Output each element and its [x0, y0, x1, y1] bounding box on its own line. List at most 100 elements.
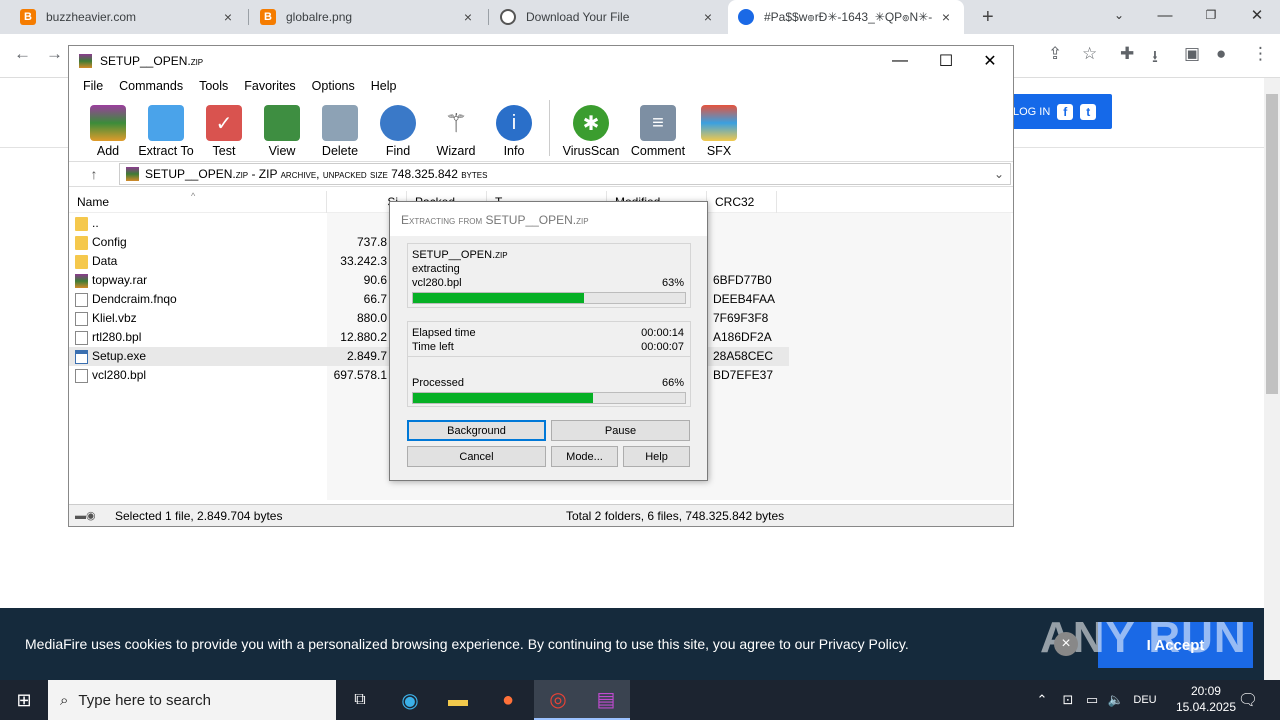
- forward-icon[interactable]: →: [46, 44, 63, 64]
- notification-icon[interactable]: 🗨: [1234, 680, 1262, 720]
- time-left-value: 00:00:07: [641, 341, 684, 353]
- dialog-title-text: Extracting from SETUP__OPEN.zip: [401, 213, 589, 227]
- toolbar-separator: [549, 100, 550, 156]
- action-text: extracting: [412, 263, 460, 275]
- twitter-icon[interactable]: t: [1080, 103, 1097, 120]
- processed-progress-fill: [413, 393, 593, 403]
- extract-progress-dialog: Extracting from SETUP__OPEN.zip SETUP__O…: [389, 201, 708, 481]
- file-crc: 28A58CEC: [713, 349, 774, 363]
- row-name: Data: [75, 252, 117, 271]
- new-tab-button[interactable]: +: [972, 0, 1002, 34]
- close-tab-icon[interactable]: ×: [700, 9, 716, 25]
- sidepanel-icon[interactable]: ▣: [1184, 44, 1200, 64]
- magnifier-icon: [380, 105, 416, 141]
- bookmark-star-icon[interactable]: ☆: [1082, 44, 1097, 64]
- restore-button[interactable]: ❐: [1188, 0, 1234, 30]
- download-icon[interactable]: ⭳: [1152, 44, 1158, 73]
- cancel-button[interactable]: Cancel: [407, 446, 546, 467]
- browser-tab-bar: B buzzheavier.com × B globalre.png × Dow…: [0, 0, 1280, 34]
- menu-help[interactable]: Help: [363, 76, 405, 96]
- dialog-title: Extracting from SETUP__OPEN.zip: [390, 202, 707, 236]
- tab-buzzheavier[interactable]: B buzzheavier.com ×: [10, 0, 246, 34]
- extract-to-button[interactable]: Extract To: [137, 98, 195, 158]
- menu-tools[interactable]: Tools: [191, 76, 236, 96]
- file-explorer-icon[interactable]: ▬: [434, 680, 482, 720]
- row-name: Kliel.vbz: [75, 309, 137, 328]
- view-button[interactable]: View: [253, 98, 311, 158]
- col-crc32[interactable]: CRC32: [707, 191, 777, 213]
- tab-globalre[interactable]: B globalre.png ×: [250, 0, 486, 34]
- winrar-icon[interactable]: ▤: [582, 680, 630, 720]
- maximize-button[interactable]: ☐: [923, 46, 969, 76]
- row-name: topway.rar: [75, 271, 147, 290]
- network-icon[interactable]: ⊡: [1056, 680, 1080, 720]
- add-button[interactable]: Add: [79, 98, 137, 158]
- tab-download-your-file[interactable]: Download Your File ×: [490, 0, 726, 34]
- monitor-icon[interactable]: ▭: [1080, 680, 1104, 720]
- col-name[interactable]: Name ^: [69, 191, 327, 213]
- facebook-icon[interactable]: f: [1057, 103, 1074, 120]
- wizard-button[interactable]: ⚚ Wizard: [427, 98, 485, 159]
- archive-path-field[interactable]: SETUP__OPEN.zip - ZIP archive, unpacked …: [119, 163, 1011, 185]
- close-button[interactable]: ✕: [967, 46, 1013, 76]
- tab-mediafire[interactable]: #Pa$$w๏rÐ✳-1643_✳QP๏N✳- ×: [728, 0, 964, 34]
- background-button[interactable]: Background: [407, 420, 546, 441]
- blogger-icon: B: [260, 9, 276, 25]
- menu-commands[interactable]: Commands: [111, 76, 191, 96]
- mode-button[interactable]: Mode...: [551, 446, 618, 467]
- scrollbar-thumb[interactable]: [1266, 94, 1278, 394]
- delete-button[interactable]: Delete: [311, 98, 369, 158]
- info-button[interactable]: i Info: [485, 98, 543, 158]
- virusscan-button[interactable]: ✱ VirusScan: [556, 98, 626, 158]
- close-tab-icon[interactable]: ×: [938, 9, 954, 25]
- profile-icon[interactable]: ●: [1216, 44, 1226, 64]
- clipboard-check-icon: ✓: [206, 105, 242, 141]
- menu-icon[interactable]: ⋮: [1252, 44, 1269, 64]
- group-divider: [408, 356, 690, 357]
- chrome-icon[interactable]: ◎: [534, 680, 582, 720]
- button-label: Pause: [604, 424, 637, 437]
- minimize-button[interactable]: —: [877, 46, 923, 76]
- chevron-up-icon[interactable]: ⌃: [1030, 680, 1054, 720]
- up-arrow-icon[interactable]: ↑: [69, 166, 119, 182]
- test-button[interactable]: ✓ Test: [195, 98, 253, 158]
- tab-title: #Pa$$w๏rÐ✳-1643_✳QP๏N✳-: [764, 9, 933, 24]
- language-indicator[interactable]: DEU: [1128, 680, 1162, 720]
- row-name: vcl280.bpl: [75, 366, 146, 385]
- edge-icon[interactable]: ◉: [386, 680, 434, 720]
- tool-label: Add: [96, 144, 120, 158]
- help-button[interactable]: Help: [623, 446, 690, 467]
- comment-button[interactable]: ≡ Comment: [626, 98, 690, 158]
- firefox-icon[interactable]: ●: [484, 680, 532, 720]
- find-button[interactable]: Find: [369, 98, 427, 158]
- file-name: ..: [92, 216, 99, 230]
- close-tab-icon[interactable]: ×: [220, 9, 236, 25]
- pause-button[interactable]: Pause: [551, 420, 690, 441]
- file-size: 880.0: [356, 311, 387, 325]
- close-tab-icon[interactable]: ×: [460, 9, 476, 25]
- row-name: Config: [75, 233, 127, 252]
- close-window-button[interactable]: ✕: [1234, 0, 1280, 30]
- windows-start-icon[interactable]: ⊞: [0, 680, 48, 720]
- menu-file[interactable]: File: [75, 76, 111, 96]
- share-icon[interactable]: ⇪: [1048, 44, 1062, 64]
- task-view-icon[interactable]: ⧉: [336, 680, 384, 720]
- file-size: 90.6: [363, 273, 387, 287]
- back-icon[interactable]: ←: [14, 44, 31, 64]
- archive-add-icon: [90, 105, 126, 141]
- plus-icon: +: [982, 5, 994, 28]
- close-icon[interactable]: ×: [1054, 632, 1078, 656]
- trash-icon: [322, 105, 358, 141]
- menu-favorites[interactable]: Favorites: [236, 76, 303, 96]
- volume-icon[interactable]: 🔈: [1104, 680, 1128, 720]
- row-name: ..: [75, 214, 99, 233]
- taskbar: ⊞ ⌕ Type here to search ⧉ ◉ ▬ ● ◎ ▤ ⌃ ⊡ …: [0, 680, 1280, 720]
- extensions-icon[interactable]: ✚: [1120, 44, 1134, 64]
- minimize-button[interactable]: —: [1142, 0, 1188, 30]
- sfx-button[interactable]: SFX: [690, 98, 748, 158]
- clock[interactable]: 20:09 15.04.2025: [1176, 683, 1236, 715]
- tab-search-icon[interactable]: ⌄: [1096, 0, 1142, 30]
- chevron-down-icon[interactable]: ⌄: [994, 167, 1010, 181]
- menu-options[interactable]: Options: [304, 76, 363, 96]
- taskbar-search-input[interactable]: ⌕ Type here to search: [48, 680, 336, 720]
